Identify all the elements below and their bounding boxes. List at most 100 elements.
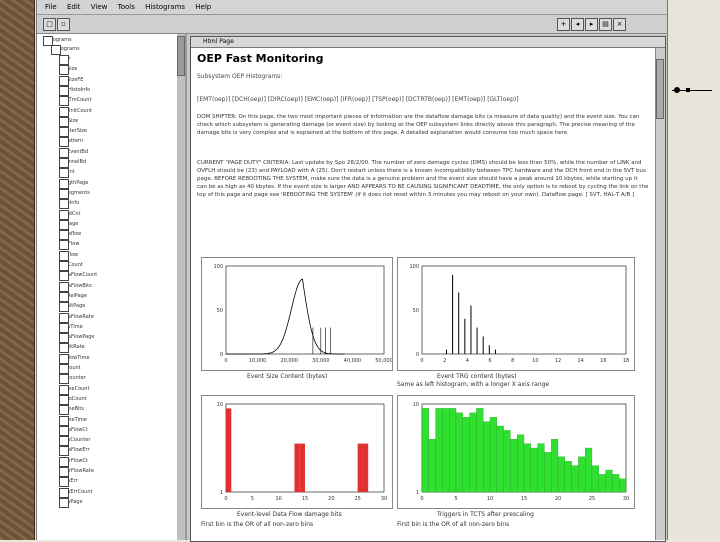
toolbar: □ ▫ + ◂ ▸ ▤ × — [37, 15, 667, 34]
tree-item[interactable]: EvtSize — [59, 65, 77, 76]
document-icon — [59, 302, 69, 313]
document-icon — [59, 353, 69, 364]
x-tick-label: 10 — [532, 358, 538, 364]
tool-print-icon[interactable]: ▤ — [599, 18, 612, 31]
tree-item[interactable]: HistoCount — [59, 394, 87, 405]
document-icon — [59, 364, 69, 374]
menu-view[interactable]: View — [91, 3, 108, 11]
tree-root[interactable]: Histograms — [43, 36, 72, 46]
tree-item[interactable]: OverFlowRate — [59, 467, 94, 477]
tree-item[interactable]: EvtEventBd — [59, 147, 88, 158]
tree-item[interactable]: DataFlowBits — [59, 281, 92, 292]
document-icon — [59, 137, 69, 148]
tree-item[interactable]: ErrCnt — [59, 168, 75, 179]
y-tick-label: 10 — [413, 402, 419, 408]
tree-item[interactable]: OvrSize — [59, 116, 78, 127]
x-tick-label: 18 — [623, 358, 629, 364]
trigger-bar — [435, 408, 443, 493]
trigger-bar — [421, 408, 429, 493]
trigger-bar — [544, 452, 552, 493]
page-title: OEP Fast Monitoring — [197, 52, 324, 65]
document-icon — [59, 415, 69, 426]
tree-item[interactable]: Sbar — [59, 55, 70, 65]
tool-save-icon[interactable]: ▫ — [57, 18, 70, 31]
tree-item[interactable]: TrigHistoInfo — [59, 85, 90, 96]
tree-item[interactable]: BitCount — [59, 364, 81, 374]
criteria-paragraph: CURRENT "PAGE DUTY" CRITERIA: Last updat… — [197, 160, 649, 198]
histogram-tree: Histograms Histograms SbarEvtSizeEvtSize… — [37, 34, 187, 540]
document-icon — [59, 394, 69, 405]
tree-scrollbar[interactable] — [177, 34, 185, 540]
tool-forward-icon[interactable]: ▸ — [585, 18, 598, 31]
plot-damage-bits: 10 1 0 5 10 15 20 25 30 — [201, 395, 393, 509]
tree-item[interactable]: TrSgInfo — [59, 199, 79, 210]
tree-item[interactable]: DataFlowErr — [59, 446, 90, 457]
tool-zoom-icon[interactable]: + — [557, 18, 570, 31]
tree-item[interactable]: FlowCounter — [59, 436, 90, 447]
tree-child[interactable]: Histograms — [51, 45, 80, 55]
html-page-window: Html Page OEP Fast Monitoring Subsystem … — [190, 36, 666, 542]
tree-item[interactable]: FlowErr — [59, 477, 78, 488]
document-icon — [59, 291, 69, 302]
document-icon — [59, 147, 69, 158]
tree-item[interactable]: DataFlowCount — [59, 271, 97, 282]
damage-bar — [362, 443, 369, 492]
tree-item[interactable]: LengthPage — [59, 178, 88, 189]
tree-item[interactable]: BitFlowTime — [59, 353, 89, 364]
tree-item[interactable]: DataFlowRate — [59, 312, 94, 323]
tree-item[interactable]: TrgBitPage — [59, 302, 85, 313]
tree-item[interactable]: FlowErrCount — [59, 487, 92, 498]
tree-item[interactable]: ChannelBd — [59, 158, 86, 168]
menu-file[interactable]: File — [45, 3, 57, 11]
trigger-bar — [503, 430, 511, 493]
trigger-bar — [428, 439, 436, 493]
tree-item[interactable]: ClusterSize — [59, 127, 87, 138]
tree-item[interactable]: EvtRelPage — [59, 291, 87, 302]
menu-tools[interactable]: Tools — [118, 3, 135, 11]
tree-item[interactable]: EvtSizeFE — [59, 75, 83, 86]
trigger-bar — [510, 439, 518, 493]
trigger-bar — [557, 456, 565, 493]
tree-item[interactable]: DataFlowCt — [59, 425, 88, 436]
caption-same-as-left: Same as left histogram, with a longer X … — [397, 381, 550, 388]
decorative-dot — [674, 87, 680, 93]
plot-frame — [225, 265, 385, 355]
damage-bar — [226, 408, 232, 492]
x-tick-label: 5 — [454, 496, 457, 502]
subsystem-links[interactable]: [EMT(oep)] [DCH(oep)] [DIRC(oep)] [EMC(o… — [197, 96, 519, 103]
x-tick-label: 14 — [577, 358, 583, 364]
menu-histograms[interactable]: Histograms — [145, 3, 185, 11]
tree-item[interactable]: FlowPage — [59, 497, 83, 508]
tree-item[interactable]: FeSegments — [59, 188, 90, 199]
tree-item[interactable]: FrameCount — [59, 384, 89, 395]
tree-item[interactable]: WordCnt — [59, 209, 80, 220]
tree-item[interactable]: FlowTime — [59, 322, 83, 333]
tree-item[interactable]: TrgBitRate — [59, 343, 85, 354]
tree-item[interactable]: GtlPage — [59, 219, 78, 230]
tree-item[interactable]: HdrCount — [59, 261, 83, 271]
tree-item[interactable]: FllrFlow — [59, 250, 78, 261]
page-scrollbar[interactable] — [655, 48, 665, 540]
tree-item[interactable]: CsPattern — [59, 137, 83, 148]
menu-edit[interactable]: Edit — [67, 3, 81, 11]
menu-help[interactable]: Help — [195, 3, 211, 11]
tree-item[interactable]: BadTmCount — [59, 96, 91, 107]
tree-item[interactable]: HdrFlow — [59, 240, 79, 251]
tool-close-icon[interactable]: × — [613, 18, 626, 31]
x-tick-label: 0 — [224, 358, 227, 364]
tree-item[interactable]: OverFlowCt — [59, 456, 88, 467]
tree-item[interactable]: BitCounter — [59, 374, 86, 385]
document-icon — [59, 188, 69, 199]
tree-item[interactable]: FrameBits — [59, 405, 84, 416]
tree-item[interactable]: DataFlowPage — [59, 333, 94, 344]
page-scrollbar-thumb[interactable] — [656, 59, 664, 119]
tree-scrollbar-thumb[interactable] — [177, 36, 185, 76]
tool-open-icon[interactable]: □ — [43, 18, 56, 31]
x-tick-label: 20,000 — [280, 358, 298, 364]
document-icon — [59, 168, 69, 179]
tree-item[interactable]: PatUnitCount — [59, 106, 92, 117]
tool-back-icon[interactable]: ◂ — [571, 18, 584, 31]
tree-item[interactable]: FrameTime — [59, 415, 87, 426]
tree-item[interactable]: Dataflow — [59, 230, 81, 241]
trigger-bar — [612, 474, 620, 493]
